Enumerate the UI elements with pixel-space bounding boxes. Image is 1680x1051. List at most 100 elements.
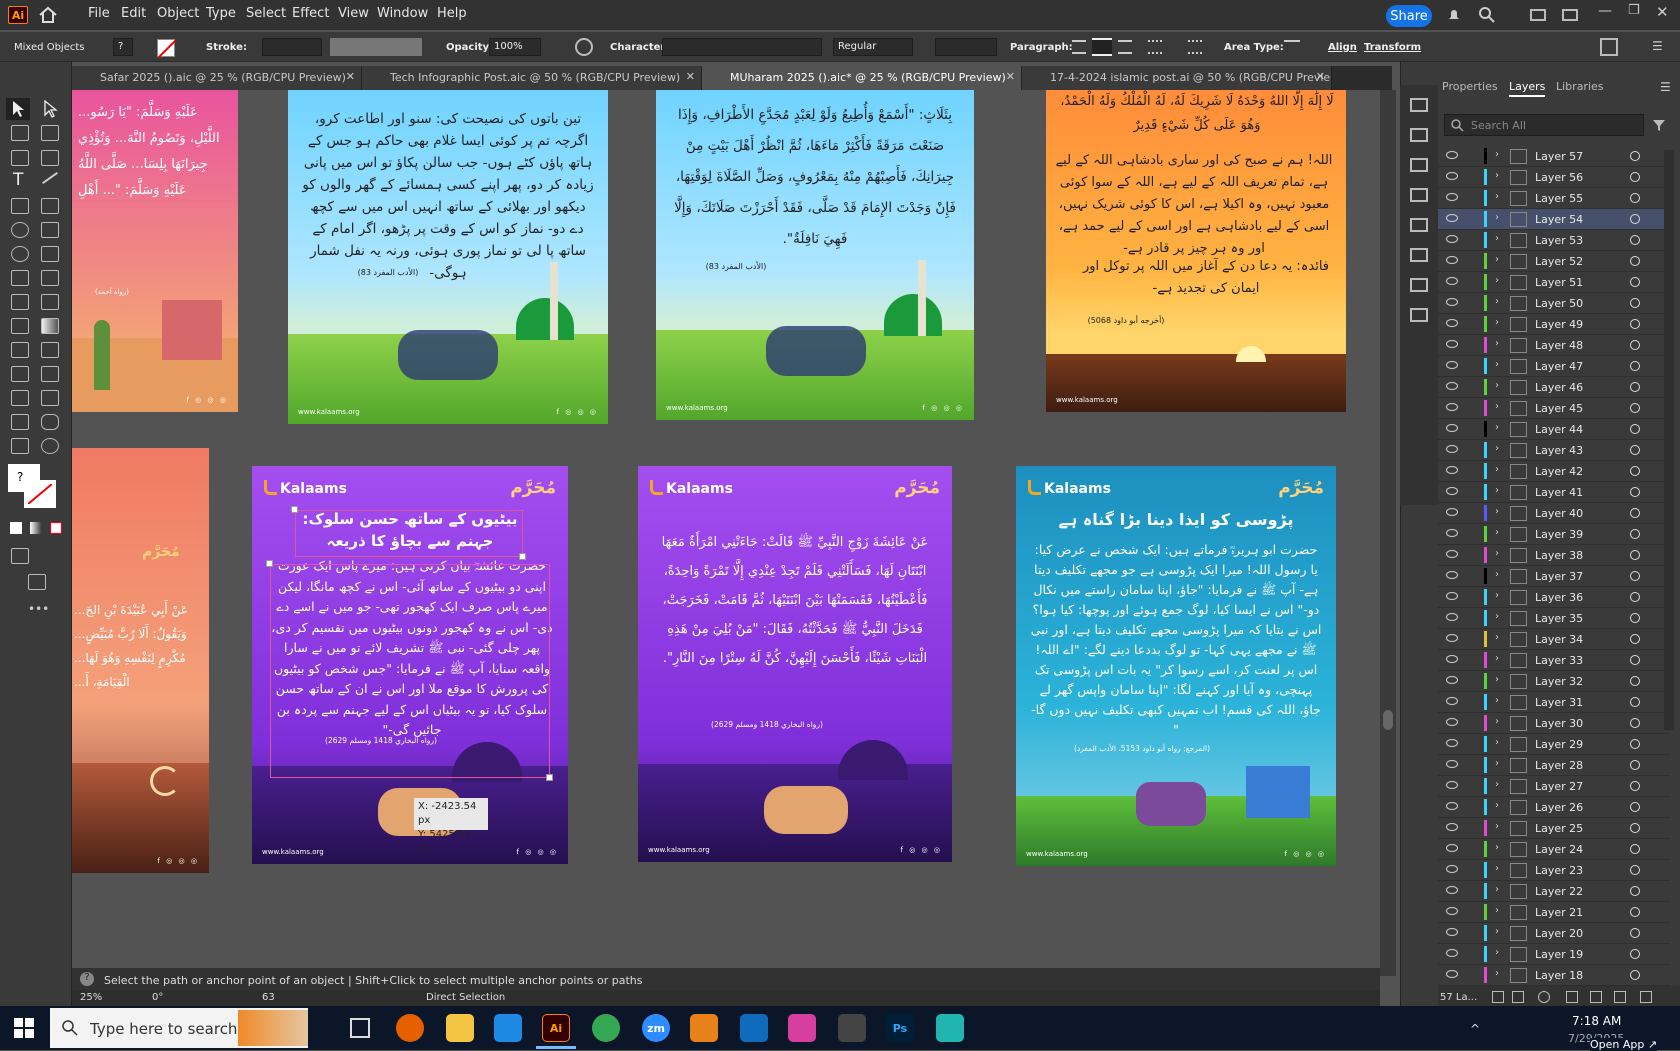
layer-row[interactable]: › Layer 47 [1438,356,1670,377]
target-circle-icon[interactable] [1630,403,1640,413]
layer-row[interactable]: › Layer 18 [1438,965,1670,986]
symbols-icon[interactable] [1410,218,1428,232]
visibility-eye-icon[interactable] [1446,781,1458,789]
layer-name[interactable]: Layer 37 [1535,570,1583,583]
layer-row[interactable]: › Layer 36 [1438,587,1670,608]
font-family-field[interactable] [662,38,822,56]
rotation-angle[interactable]: 0° [152,992,163,1003]
layer-name[interactable]: Layer 28 [1535,759,1583,772]
target-circle-icon[interactable] [1630,886,1640,896]
layer-name[interactable]: Layer 42 [1535,465,1583,478]
align-left-icon[interactable] [1072,40,1086,54]
new-sublayer-icon[interactable] [1590,991,1602,1003]
menu-view[interactable]: View [338,6,369,21]
artboard-left-top[interactable]: عَلَيْهِ وَسَلَّمَ: "يَا رَسُو... اللَّي… [72,90,238,412]
target-circle-icon[interactable] [1630,361,1640,371]
visibility-eye-icon[interactable] [1446,907,1458,915]
rotate-tool-icon[interactable] [11,246,29,262]
layer-row[interactable]: › Layer 22 [1438,881,1670,902]
expand-chevron-icon[interactable]: › [1495,716,1499,727]
menu-edit[interactable]: Edit [121,6,146,21]
layer-name[interactable]: Layer 29 [1535,738,1583,751]
layer-name[interactable]: Layer 44 [1535,423,1583,436]
clock-time[interactable]: 7:18 AM [1572,1014,1621,1028]
visibility-eye-icon[interactable] [1446,466,1458,474]
layer-name[interactable]: Layer 21 [1535,906,1583,919]
visibility-eye-icon[interactable] [1446,508,1458,516]
artboard-canvas[interactable]: عَلَيْهِ وَسَلَّمَ: "يَا رَسُو... اللَّي… [72,90,1380,976]
windows-start-icon[interactable] [14,1018,34,1038]
layer-row[interactable]: › Layer 25 [1438,818,1670,839]
visibility-eye-icon[interactable] [1446,928,1458,936]
hand-tool-icon[interactable] [41,414,59,430]
expand-chevron-icon[interactable]: › [1495,590,1499,601]
layer-search-input[interactable]: Search All [1444,114,1644,136]
target-circle-icon[interactable] [1630,382,1640,392]
align-center-icon[interactable] [1092,38,1112,56]
stroke-panel-icon[interactable] [1410,248,1428,262]
clipping-mask-icon[interactable] [1566,991,1578,1003]
selection-tool-icon[interactable] [10,100,26,118]
layer-row[interactable]: › Layer 24 [1438,839,1670,860]
expand-chevron-icon[interactable]: › [1495,443,1499,454]
layer-row[interactable]: › Layer 31 [1438,692,1670,713]
menu-effect[interactable]: Effect [292,6,329,21]
menu-select[interactable]: Select [246,6,286,21]
layer-name[interactable]: Layer 57 [1535,150,1583,163]
locate-object-icon[interactable] [1512,991,1524,1003]
vscode-icon[interactable] [494,1014,522,1042]
layer-row[interactable]: › Layer 56 [1438,167,1670,188]
layer-row[interactable]: › Layer 28 [1438,755,1670,776]
expand-chevron-icon[interactable]: › [1495,737,1499,748]
layer-row[interactable]: › Layer 20 [1438,923,1670,944]
layer-name[interactable]: Layer 36 [1535,591,1583,604]
target-circle-icon[interactable] [1630,949,1640,959]
target-circle-icon[interactable] [1630,172,1640,182]
layer-name[interactable]: Layer 53 [1535,234,1583,247]
visibility-eye-icon[interactable] [1446,865,1458,873]
layer-name[interactable]: Layer 51 [1535,276,1583,289]
layer-name[interactable]: Layer 20 [1535,927,1583,940]
layer-row[interactable]: › Layer 57 [1438,146,1670,167]
column-graph-icon[interactable] [11,390,29,406]
expand-chevron-icon[interactable]: › [1495,422,1499,433]
expand-chevron-icon[interactable]: › [1495,506,1499,517]
target-circle-icon[interactable] [1630,445,1640,455]
slice-tool-icon[interactable] [11,414,29,430]
target-circle-icon[interactable] [1630,844,1640,854]
transparency-icon[interactable] [1410,308,1428,322]
layer-name[interactable]: Layer 41 [1535,486,1583,499]
creative-cloud-icon[interactable] [788,1014,816,1042]
expand-chevron-icon[interactable]: › [1495,149,1499,160]
target-circle-icon[interactable] [1630,928,1640,938]
expand-chevron-icon[interactable]: › [1495,758,1499,769]
layer-row[interactable]: › Layer 39 [1438,524,1670,545]
layer-row[interactable]: › Layer 34 [1438,629,1670,650]
visibility-eye-icon[interactable] [1446,844,1458,852]
layer-name[interactable]: Layer 47 [1535,360,1583,373]
workspace-icon[interactable] [1530,9,1546,21]
visibility-eye-icon[interactable] [1446,655,1458,663]
target-circle-icon[interactable] [1630,907,1640,917]
target-circle-icon[interactable] [1630,151,1640,161]
free-transform-icon[interactable] [41,270,59,286]
restore-icon[interactable]: ❐ [1628,3,1640,18]
layer-row[interactable]: › Layer 40 [1438,503,1670,524]
layer-row[interactable]: › Layer 43 [1438,440,1670,461]
close-tab-icon[interactable]: ✕ [1006,70,1015,83]
layer-name[interactable]: Layer 27 [1535,780,1583,793]
artboard-sky-1[interactable]: تین باتوں کی نصیحت کی: سنو اور اطاعت کرو… [288,90,608,424]
layer-name[interactable]: Layer 18 [1535,969,1583,982]
visibility-eye-icon[interactable] [1446,319,1458,327]
filter-icon[interactable] [1652,118,1666,132]
blend-tool-icon[interactable] [11,366,29,382]
expand-chevron-icon[interactable]: › [1495,779,1499,790]
pen-tool-icon[interactable] [11,150,29,166]
visibility-eye-icon[interactable] [1446,298,1458,306]
visibility-eye-icon[interactable] [1446,151,1458,159]
bullets-icon[interactable] [1148,40,1162,54]
file-explorer-icon[interactable] [446,1014,474,1042]
expand-chevron-icon[interactable]: › [1495,296,1499,307]
measure-icon[interactable] [41,342,59,358]
tab-layers[interactable]: Layers [1509,80,1546,97]
